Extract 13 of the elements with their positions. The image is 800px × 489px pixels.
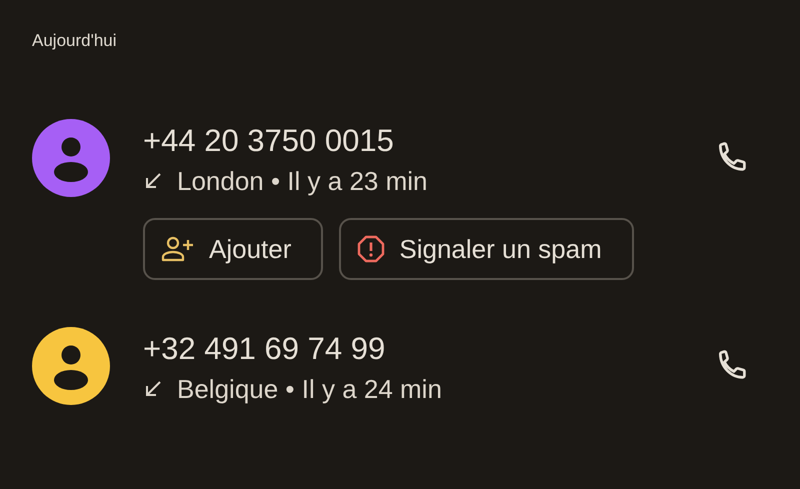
report-spam-button[interactable]: Signaler un spam [339,218,634,280]
warning-octagon-icon [357,235,386,263]
incoming-arrow-icon [143,379,163,399]
add-person-icon [161,236,195,262]
add-contact-button[interactable]: Ajouter [143,218,324,280]
avatar-icon[interactable] [32,119,110,197]
avatar-icon[interactable] [32,327,110,405]
phone-number: +32 491 69 74 99 [143,330,386,368]
phone-number: +44 20 3750 0015 [143,122,395,160]
call-details: London • Il y a 23 min [177,166,428,196]
section-label: Aujourd'hui [32,30,118,52]
incoming-arrow-icon [143,171,163,191]
call-details: Belgique • Il y a 24 min [177,374,442,404]
